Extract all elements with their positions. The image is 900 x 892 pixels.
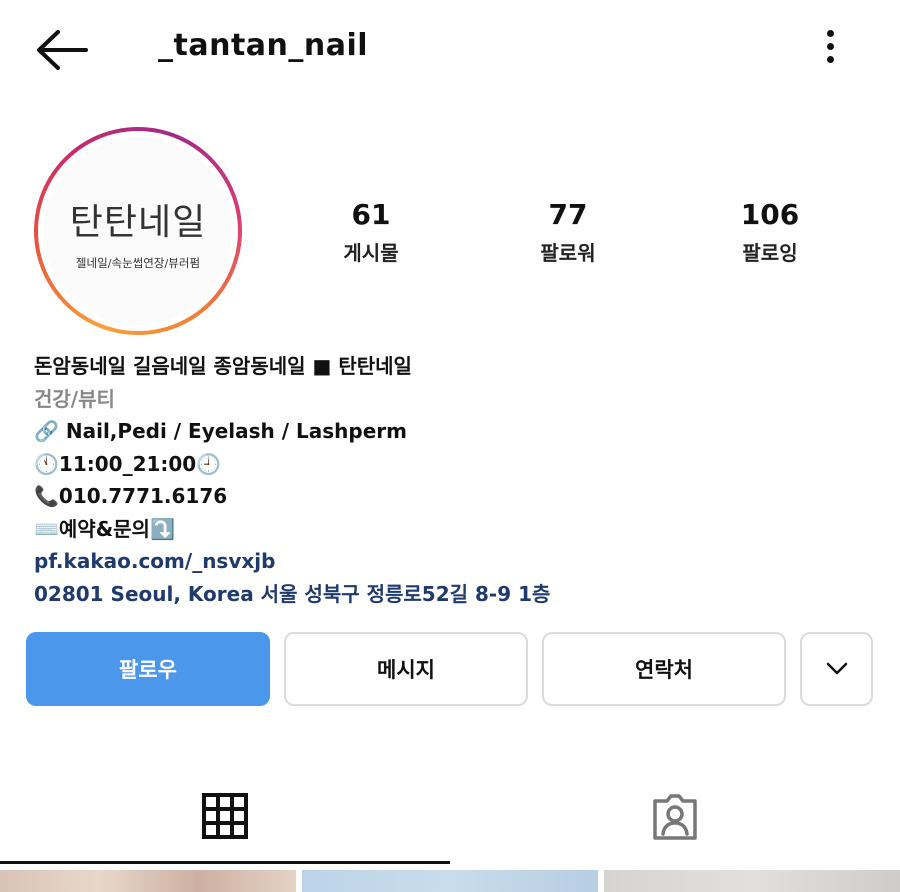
stat-followers[interactable]: 77 팔로워 [493,198,643,266]
stat-followers-count: 77 [548,198,588,231]
profile-username: _tantan_nail [158,28,369,63]
stat-posts[interactable]: 61 게시물 [296,198,446,266]
posts-grid [0,870,900,892]
stat-posts-label: 게시물 [343,241,399,265]
more-options-button[interactable] [818,30,842,70]
post-thumbnail[interactable] [0,870,296,892]
arrow-left-icon [37,30,88,70]
avatar-logo-title: 탄탄네일 [69,202,207,243]
grid-icon [202,792,248,839]
chevron-down-icon [826,662,847,675]
post-thumbnail[interactable] [302,870,598,892]
avatar-logo-subtitle: 젤네일/속눈썹연장/뷰러펌 [75,256,201,270]
bio-category: 건강/뷰티 [34,386,115,411]
more-vertical-icon [826,30,834,37]
bio-services: 🔗 Nail,Pedi / Eyelash / Lashperm [34,419,407,443]
bio-website-link[interactable]: pf.kakao.com/_nsvxjb [34,545,874,578]
bio-hours: 🕚11:00_21:00🕘 [34,451,222,476]
message-button[interactable]: 메시지 [284,632,528,706]
suggested-accounts-button[interactable] [800,632,873,706]
bio-reservation: ⌨️예약&문의⤵️ [34,516,175,541]
avatar-image: 탄탄네일 젤네일/속눈썹연장/뷰러펌 [44,137,232,325]
tagged-person-icon [653,794,697,840]
profile-bio: 돈암동네일 길음네일 종암동네일 ■ 탄탄네일 건강/뷰티 🔗 Nail,Ped… [34,350,874,610]
profile-tabs [0,770,900,864]
bio-display-name: 돈암동네일 길음네일 종암동네일 ■ 탄탄네일 [34,354,412,378]
stat-following-label: 팔로잉 [742,241,798,265]
top-bar: _tantan_nail [0,0,900,100]
back-button[interactable] [34,28,88,72]
post-thumbnail[interactable] [604,870,900,892]
stat-following-count: 106 [740,198,800,231]
tab-tagged[interactable] [450,770,900,864]
bio-phone: 📞010.7771.6176 [34,484,228,508]
bio-address-link[interactable]: 02801 Seoul, Korea 서울 성북구 정릉로52길 8-9 1층 [34,578,874,611]
stat-posts-count: 61 [351,198,391,231]
tab-posts-grid[interactable] [0,770,450,864]
stat-followers-label: 팔로워 [540,241,596,265]
profile-avatar[interactable]: 탄탄네일 젤네일/속눈썹연장/뷰러펌 [34,127,242,335]
follow-button[interactable]: 팔로우 [26,632,270,706]
stat-following[interactable]: 106 팔로잉 [695,198,845,266]
contact-button[interactable]: 연락처 [542,632,786,706]
